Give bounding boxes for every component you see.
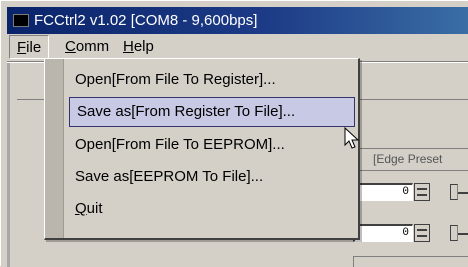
value-field-1[interactable]: 0	[353, 183, 413, 201]
slider-track-1[interactable]	[458, 192, 468, 194]
mouse-pointer-icon	[344, 127, 360, 149]
value-field-2[interactable]: 0	[353, 224, 413, 242]
menu-item-quit[interactable]: Quit	[67, 194, 355, 224]
menu-item-save-register[interactable]: Save as[From Register To File]...	[69, 97, 355, 127]
spin-button-2[interactable]	[414, 224, 430, 242]
app-icon[interactable]	[13, 14, 29, 27]
left-edge	[7, 63, 10, 267]
bottom-control[interactable]	[353, 256, 468, 267]
window-title: FCCtrl2 v1.02 [COM8 - 9,600bps]	[34, 12, 258, 29]
title-bar[interactable]: FCCtrl2 v1.02 [COM8 - 9,600bps]	[7, 7, 468, 34]
menu-file-accel: F	[17, 39, 27, 56]
menu-help-accel: H	[123, 38, 134, 55]
menu-comm[interactable]: Comm	[58, 35, 116, 59]
menu-item-quit-accel: Q	[75, 200, 87, 217]
menu-item-open-register[interactable]: Open[From File To Register]...	[67, 65, 355, 95]
menu-help-label: elp	[133, 38, 154, 55]
slider-thumb-2[interactable]	[450, 225, 458, 241]
menu-gutter	[45, 59, 64, 238]
menu-item-save-eeprom[interactable]: Save as[EEPROM To File]...	[67, 162, 355, 192]
menu-file[interactable]: File	[9, 35, 50, 59]
spin-button-1[interactable]	[414, 183, 430, 201]
menu-help[interactable]: Help	[116, 35, 161, 59]
menu-bar: File Comm Help	[7, 35, 468, 59]
slider-thumb-1[interactable]	[450, 184, 458, 200]
menu-item-quit-label: uit	[86, 200, 103, 217]
file-menu-dropdown: Open[From File To Register]... Save as[F…	[44, 58, 360, 240]
slider-track-2[interactable]	[458, 233, 468, 235]
edge-preset-box[interactable]: [Edge Preset	[357, 148, 468, 171]
menu-comm-accel: C	[65, 38, 76, 55]
menu-comm-label: omm	[75, 38, 110, 55]
menu-item-open-eeprom[interactable]: Open[From File To EEPROM]...	[67, 130, 355, 160]
menu-file-label: ile	[26, 39, 42, 56]
